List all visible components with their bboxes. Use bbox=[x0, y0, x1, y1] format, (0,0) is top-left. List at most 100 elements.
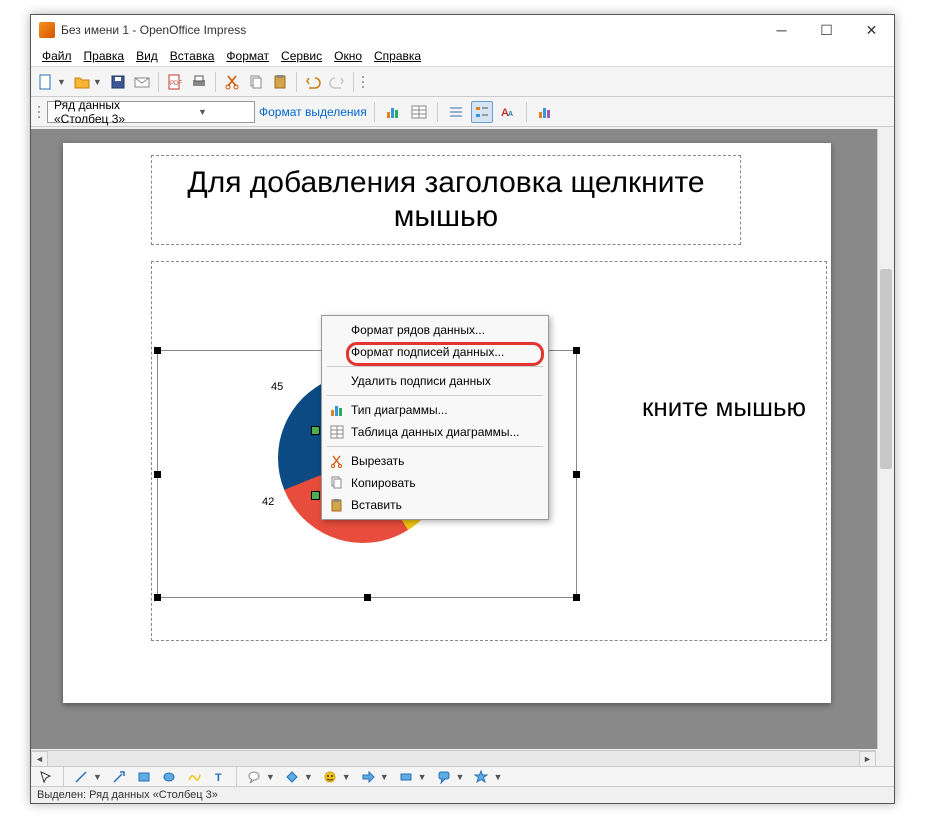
menu-help[interactable]: Справка bbox=[369, 47, 426, 65]
vertical-scrollbar[interactable] bbox=[877, 129, 894, 749]
dropdown-icon[interactable]: ▼ bbox=[456, 772, 465, 782]
arrow-tool[interactable] bbox=[108, 766, 130, 788]
drawing-toolbar: ▼ T ▼ ▼ ▼ ▼ ▼ ▼ ▼ bbox=[31, 766, 894, 786]
chart-layout-button[interactable] bbox=[534, 101, 556, 123]
minimize-button[interactable]: ─ bbox=[759, 15, 804, 45]
menubar: Файл Правка Вид Вставка Формат Сервис Ок… bbox=[31, 45, 894, 67]
resize-handle[interactable] bbox=[154, 594, 161, 601]
svg-text:PDF: PDF bbox=[170, 81, 182, 87]
data-table-button[interactable] bbox=[408, 101, 430, 123]
callouts-tool[interactable] bbox=[433, 766, 455, 788]
menu-delete-data-labels[interactable]: Удалить подписи данных bbox=[325, 370, 545, 392]
rectangle-tool[interactable] bbox=[133, 766, 155, 788]
svg-text:A: A bbox=[508, 111, 513, 118]
menu-format-data-labels[interactable]: Формат подписей данных... bbox=[325, 341, 545, 363]
block-arrows-tool[interactable] bbox=[357, 766, 379, 788]
paste-icon bbox=[329, 497, 345, 513]
resize-handle[interactable] bbox=[364, 594, 371, 601]
flowchart-tool[interactable] bbox=[395, 766, 417, 788]
title-placeholder[interactable]: Для добавления заголовка щелкните мышью bbox=[151, 155, 741, 245]
redo-button[interactable] bbox=[326, 71, 348, 93]
data-label: 42 bbox=[262, 496, 274, 508]
menu-chart-type[interactable]: Тип диаграммы... bbox=[325, 399, 545, 421]
content-hint-text: кните мышью bbox=[642, 392, 806, 423]
email-button[interactable] bbox=[131, 71, 153, 93]
dropdown-icon[interactable]: ▼ bbox=[380, 772, 389, 782]
print-button[interactable] bbox=[188, 71, 210, 93]
symbol-shapes-tool[interactable] bbox=[319, 766, 341, 788]
curve-tool[interactable] bbox=[183, 766, 205, 788]
format-toolbar: Ряд данных «Столбец 3» ▼ Формат выделени… bbox=[31, 97, 894, 127]
callout-tool[interactable] bbox=[243, 766, 265, 788]
combo-value: Ряд данных «Столбец 3» bbox=[54, 98, 153, 126]
new-button[interactable] bbox=[35, 71, 57, 93]
text-scale-button[interactable]: AA bbox=[497, 101, 519, 123]
grip-icon[interactable] bbox=[359, 71, 367, 93]
scroll-right-icon[interactable]: ► bbox=[859, 751, 876, 767]
window-title: Без имени 1 - OpenOffice Impress bbox=[61, 23, 759, 37]
format-selection-link[interactable]: Формат выделения bbox=[259, 105, 367, 119]
new-dropdown[interactable]: ▼ bbox=[57, 77, 66, 87]
ellipse-tool[interactable] bbox=[158, 766, 180, 788]
menu-separator bbox=[327, 366, 543, 367]
horizontal-scrollbar[interactable]: ◄ ► bbox=[31, 750, 876, 767]
stars-tool[interactable] bbox=[470, 766, 492, 788]
dropdown-icon[interactable]: ▼ bbox=[266, 772, 275, 782]
undo-button[interactable] bbox=[302, 71, 324, 93]
copy-icon bbox=[329, 475, 345, 491]
chevron-down-icon: ▼ bbox=[153, 107, 252, 117]
dropdown-icon[interactable]: ▼ bbox=[304, 772, 313, 782]
menu-view[interactable]: Вид bbox=[131, 47, 163, 65]
hgrid-button[interactable] bbox=[445, 101, 467, 123]
menu-window[interactable]: Окно bbox=[329, 47, 367, 65]
copy-button[interactable] bbox=[245, 71, 267, 93]
resize-handle[interactable] bbox=[573, 471, 580, 478]
dropdown-icon[interactable]: ▼ bbox=[493, 772, 502, 782]
dropdown-icon[interactable]: ▼ bbox=[418, 772, 427, 782]
menu-format[interactable]: Формат bbox=[221, 47, 274, 65]
data-label: 45 bbox=[271, 381, 283, 393]
close-button[interactable]: ✕ bbox=[849, 15, 894, 45]
table-icon bbox=[329, 424, 345, 440]
statusbar: Выделен: Ряд данных «Столбец 3» bbox=[31, 786, 894, 803]
dropdown-icon[interactable]: ▼ bbox=[93, 772, 102, 782]
dropdown-icon[interactable]: ▼ bbox=[342, 772, 351, 782]
resize-handle[interactable] bbox=[154, 347, 161, 354]
menu-data-table[interactable]: Таблица данных диаграммы... bbox=[325, 421, 545, 443]
menu-paste[interactable]: Вставить bbox=[325, 494, 545, 516]
menu-file[interactable]: Файл bbox=[37, 47, 77, 65]
grip-icon[interactable] bbox=[35, 101, 43, 123]
menu-insert[interactable]: Вставка bbox=[165, 47, 220, 65]
menu-edit[interactable]: Правка bbox=[79, 47, 130, 65]
context-menu: Формат рядов данных... Формат подписей д… bbox=[321, 315, 549, 520]
maximize-button[interactable]: ☐ bbox=[804, 15, 849, 45]
save-button[interactable] bbox=[107, 71, 129, 93]
line-tool[interactable] bbox=[70, 766, 92, 788]
scroll-left-icon[interactable]: ◄ bbox=[31, 751, 48, 767]
chart-type-button[interactable] bbox=[382, 101, 404, 123]
pointer-tool[interactable] bbox=[35, 766, 57, 788]
text-tool[interactable]: T bbox=[208, 766, 230, 788]
series-handle[interactable] bbox=[311, 491, 320, 500]
chart-icon bbox=[329, 402, 345, 418]
legend-button[interactable] bbox=[471, 101, 493, 123]
menu-tools[interactable]: Сервис bbox=[276, 47, 327, 65]
resize-handle[interactable] bbox=[573, 594, 580, 601]
basic-shapes-tool[interactable] bbox=[281, 766, 303, 788]
element-selector-combo[interactable]: Ряд данных «Столбец 3» ▼ bbox=[47, 101, 255, 123]
series-handle[interactable] bbox=[311, 426, 320, 435]
resize-handle[interactable] bbox=[154, 471, 161, 478]
export-pdf-button[interactable]: PDF bbox=[164, 71, 186, 93]
menu-copy[interactable]: Копировать bbox=[325, 472, 545, 494]
main-toolbar: ▼ ▼ PDF bbox=[31, 67, 894, 97]
cut-button[interactable] bbox=[221, 71, 243, 93]
titlebar[interactable]: Без имени 1 - OpenOffice Impress ─ ☐ ✕ bbox=[31, 15, 894, 45]
open-dropdown[interactable]: ▼ bbox=[93, 77, 102, 87]
menu-cut[interactable]: Вырезать bbox=[325, 450, 545, 472]
paste-button[interactable] bbox=[269, 71, 291, 93]
menu-separator bbox=[327, 395, 543, 396]
menu-format-data-series[interactable]: Формат рядов данных... bbox=[325, 319, 545, 341]
open-button[interactable] bbox=[71, 71, 93, 93]
title-text: Для добавления заголовка щелкните мышью bbox=[152, 166, 740, 234]
resize-handle[interactable] bbox=[573, 347, 580, 354]
